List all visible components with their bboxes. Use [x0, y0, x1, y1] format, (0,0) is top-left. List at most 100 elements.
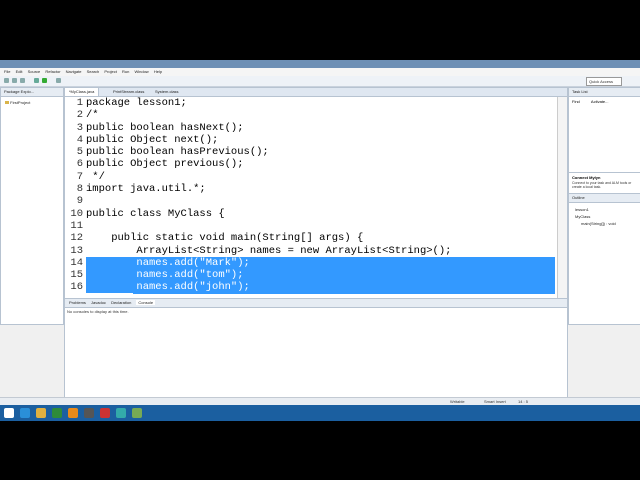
code-line[interactable]: 16 names.add("john");	[65, 281, 555, 294]
search-icon[interactable]	[56, 78, 61, 83]
project-item[interactable]: FirstProject	[5, 100, 30, 105]
code-line[interactable]: 1 package lesson1;	[65, 97, 555, 109]
line-number: 2	[76, 109, 83, 122]
eclipse-icon[interactable]	[132, 408, 142, 418]
amazon-icon[interactable]	[68, 408, 78, 418]
line-number: 9	[76, 195, 83, 208]
code-line[interactable]: 3 public boolean hasNext();	[65, 122, 555, 134]
code-text: /*	[86, 109, 99, 122]
menu-project[interactable]: Project	[104, 68, 116, 76]
menu-help[interactable]: Help	[154, 68, 162, 76]
quick-access-input[interactable]: Quick Access	[586, 77, 622, 86]
menu-search[interactable]: Search	[87, 68, 100, 76]
code-text: package lesson1;	[86, 97, 187, 109]
eclipse-window: File Edit Source Refactor Navigate Searc…	[0, 60, 640, 421]
find-label[interactable]: Find	[572, 99, 580, 104]
app2-icon[interactable]	[116, 408, 126, 418]
line-number: 5	[76, 146, 83, 159]
debug-icon[interactable]	[34, 78, 39, 83]
code-line[interactable]: 5 public boolean hasPrevious();	[65, 146, 555, 158]
code-text: import java.util.*;	[86, 183, 206, 196]
start-icon[interactable]	[4, 408, 14, 418]
outline-tab[interactable]: Outline	[572, 195, 585, 200]
print-icon[interactable]	[20, 78, 25, 83]
task-list-tab[interactable]: Task List	[572, 89, 588, 94]
line-number: 10	[70, 207, 83, 220]
mylyn-text[interactable]: Connect to your task and ALM tools or cr…	[572, 181, 636, 189]
line-number: 13	[70, 244, 83, 257]
line-number: 4	[76, 133, 83, 146]
connect-mylyn-pane: Connect Mylyn Connect to your task and A…	[568, 172, 640, 194]
tab-javadoc[interactable]: Javadoc	[91, 300, 106, 305]
tab-myclass[interactable]: *MyClass.java	[65, 88, 100, 96]
code-line[interactable]: 7 */	[65, 171, 555, 183]
excel-icon[interactable]	[52, 408, 62, 418]
line-number: 8	[76, 183, 83, 196]
menu-edit[interactable]: Edit	[16, 68, 23, 76]
run-icon[interactable]	[42, 78, 47, 83]
outline-pane: Outline lesson1 MyClass main(String[]) :…	[568, 193, 640, 325]
code-text: names.add("Mark");	[86, 256, 250, 269]
code-line[interactable]: 10 public class MyClass {	[65, 208, 555, 220]
menu-source[interactable]: Source	[28, 68, 41, 76]
code-text: names.add("tom");	[86, 269, 244, 282]
activate-link[interactable]: Activate...	[591, 99, 609, 104]
code-text: names.add("john");	[86, 281, 250, 294]
media-icon[interactable]	[84, 408, 94, 418]
code-area[interactable]: 1 package lesson1; 2/* 3 public boolean hasN…	[65, 97, 555, 323]
menu-bar: File Edit Source Refactor Navigate Searc…	[0, 68, 640, 76]
new-icon[interactable]	[4, 78, 9, 83]
line-number: 14	[70, 256, 83, 269]
menu-file[interactable]: File	[4, 68, 10, 76]
code-line[interactable]: 13 ArrayList<String> names = new ArrayLi…	[65, 245, 555, 257]
task-list-pane: Task List Find Activate...	[568, 87, 640, 173]
menu-window[interactable]: Window	[134, 68, 148, 76]
folder-icon	[5, 101, 9, 104]
code-text: */	[86, 170, 105, 183]
save-icon[interactable]	[12, 78, 17, 83]
package-explorer-tab[interactable]: Package Explo...	[4, 89, 34, 94]
line-number: 3	[76, 121, 83, 134]
code-text: public boolean hasNext();	[86, 121, 244, 134]
editor-tabs: *MyClass.java PrintStream.class System.c…	[65, 88, 567, 97]
line-number: 12	[70, 232, 83, 245]
code-text: public static void main(String[] args) {	[86, 232, 364, 245]
code-text: public boolean hasPrevious();	[86, 146, 269, 159]
menu-refactor[interactable]: Refactor	[45, 68, 60, 76]
code-line[interactable]: 4 public Object next();	[65, 134, 555, 146]
ie-icon[interactable]	[20, 408, 30, 418]
tab-printstream[interactable]: PrintStream.class	[109, 88, 148, 96]
outline-method[interactable]: main(String[]) : void	[581, 220, 616, 227]
editor-scrollbar[interactable]	[557, 97, 567, 323]
tab-declaration[interactable]: Declaration	[111, 300, 131, 305]
app-icon[interactable]	[100, 408, 110, 418]
line-number: 15	[70, 269, 83, 282]
code-text: ArrayList<String> names = new ArrayList<…	[86, 244, 452, 257]
tab-console[interactable]: Console	[136, 300, 156, 305]
code-line[interactable]: 8 import java.util.*;	[65, 183, 555, 195]
title-bar	[0, 60, 640, 68]
console-message: No consoles to display at this time.	[67, 309, 129, 314]
code-line[interactable]: 6 public Object previous();	[65, 158, 555, 170]
menu-run[interactable]: Run	[122, 68, 129, 76]
tab-system[interactable]: System.class	[151, 88, 183, 96]
outline-package[interactable]: lesson1	[575, 206, 616, 213]
code-editor[interactable]: *MyClass.java PrintStream.class System.c…	[64, 87, 568, 325]
tab-problems[interactable]: Problems	[69, 300, 86, 305]
menu-navigate[interactable]: Navigate	[66, 68, 82, 76]
code-line[interactable]: 11	[65, 220, 555, 232]
code-text: public Object previous();	[86, 158, 244, 171]
package-explorer: Package Explo... FirstProject	[0, 87, 64, 325]
line-number: 7	[76, 170, 83, 183]
toolbar: Quick Access	[0, 76, 640, 87]
code-line[interactable]: 9	[65, 195, 555, 207]
code-line[interactable]: 12 public static void main(String[] args…	[65, 232, 555, 244]
mylyn-title: Connect Mylyn	[572, 175, 601, 180]
code-text: public class MyClass {	[86, 207, 225, 220]
line-number: 16	[70, 281, 83, 294]
code-line[interactable]: 15 names.add("tom");	[65, 269, 555, 282]
code-line[interactable]: 14 names.add("Mark");	[65, 256, 555, 270]
outline-class[interactable]: MyClass	[575, 213, 616, 220]
code-line[interactable]: 2/*	[65, 109, 555, 121]
explorer-icon[interactable]	[36, 408, 46, 418]
